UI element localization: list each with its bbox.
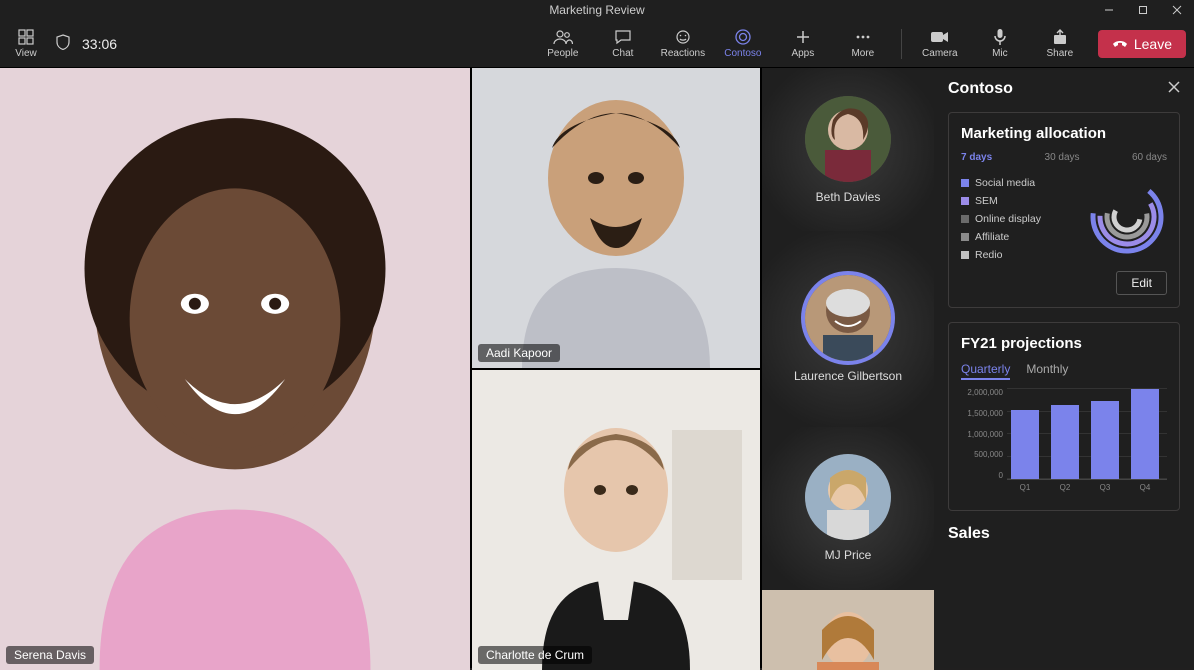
name-tag: Charlotte de Crum: [478, 646, 592, 664]
name-tag: Aadi Kapoor: [478, 344, 560, 362]
more-icon: [855, 28, 871, 46]
reactions-button[interactable]: Reactions: [655, 21, 711, 67]
range-tab-30days[interactable]: 30 days: [1045, 152, 1080, 163]
avatar-name: Laurence Gilbertson: [794, 369, 902, 383]
mic-icon: [993, 28, 1007, 46]
leave-button[interactable]: Leave: [1098, 30, 1186, 58]
video-grid: Serena Davis Aadi Kapoor Beth Davies: [0, 68, 934, 668]
avatar: [805, 454, 891, 540]
video-tile-main[interactable]: Serena Davis: [0, 68, 470, 670]
y-axis: 2,000,000 1,500,000 1,000,000 500,000 0: [961, 388, 1007, 480]
camera-button[interactable]: Camera: [912, 21, 968, 67]
share-icon: [1052, 28, 1068, 46]
video-tile[interactable]: Aadi Kapoor: [472, 68, 760, 368]
avatar: [805, 275, 891, 361]
contoso-icon: [734, 28, 752, 46]
reactions-icon: [674, 28, 692, 46]
video-tile[interactable]: Charlotte de Crum: [472, 370, 760, 670]
range-tab-60days[interactable]: 60 days: [1132, 152, 1167, 163]
contoso-app-button[interactable]: Contoso: [715, 21, 771, 67]
grid-icon: [18, 29, 34, 48]
legend-swatch: [961, 233, 969, 241]
close-panel-icon[interactable]: [1168, 80, 1180, 98]
meeting-toolbar: View 33:06 People Chat: [0, 20, 1194, 68]
chat-button[interactable]: Chat: [595, 21, 651, 67]
meeting-timer: 33:06: [82, 36, 117, 52]
projections-bar-chart: 2,000,000 1,500,000 1,000,000 500,000 0 …: [961, 388, 1167, 498]
window-title: Marketing Review: [549, 3, 644, 17]
avatar-name: Beth Davies: [816, 190, 881, 204]
close-icon[interactable]: [1160, 0, 1194, 20]
bar-q4: [1131, 389, 1159, 479]
bar-q2: [1051, 405, 1079, 479]
plus-icon: [795, 28, 811, 46]
allocation-legend: Social media SEM Online display Affiliat…: [961, 177, 1077, 261]
name-tag: Serena Davis: [6, 646, 94, 664]
legend-swatch: [961, 215, 969, 223]
share-button[interactable]: Share: [1032, 21, 1088, 67]
card-title: FY21 projections: [961, 335, 1167, 352]
legend-swatch: [961, 251, 969, 259]
maximize-icon[interactable]: [1126, 0, 1160, 20]
bar-q3: [1091, 401, 1119, 479]
toolbar-divider: [901, 29, 902, 59]
avatar-tile[interactable]: Beth Davies: [762, 68, 934, 231]
tab-quarterly[interactable]: Quarterly: [961, 362, 1010, 380]
view-button[interactable]: View: [8, 29, 44, 59]
avatar-name: MJ Price: [825, 548, 872, 562]
avatar-column: Beth Davies Laurence Gilbertson MJ Price: [762, 68, 934, 670]
avatar-tile[interactable]: Laurence Gilbertson: [762, 231, 934, 427]
sales-section-title: Sales: [948, 525, 1180, 543]
projections-card: FY21 projections Quarterly Monthly 2,000…: [948, 322, 1180, 511]
panel-title: Contoso: [948, 80, 1013, 98]
tab-monthly[interactable]: Monthly: [1026, 362, 1068, 380]
apps-button[interactable]: Apps: [775, 21, 831, 67]
card-title: Marketing allocation: [961, 125, 1167, 142]
range-tab-7days[interactable]: 7 days: [961, 152, 992, 163]
avatar: [805, 96, 891, 182]
hangup-icon: [1112, 36, 1128, 52]
edit-button[interactable]: Edit: [1116, 271, 1167, 295]
view-label: View: [15, 48, 37, 59]
legend-swatch: [961, 197, 969, 205]
meeting-content: Serena Davis Aadi Kapoor Beth Davies: [0, 68, 1194, 668]
more-button[interactable]: More: [835, 21, 891, 67]
chat-icon: [614, 28, 632, 46]
title-bar: Marketing Review: [0, 0, 1194, 20]
mic-button[interactable]: Mic: [972, 21, 1028, 67]
people-icon: [553, 28, 573, 46]
shield-icon[interactable]: [56, 34, 70, 53]
x-axis: Q1 Q2 Q3 Q4: [1007, 483, 1167, 492]
people-button[interactable]: People: [535, 21, 591, 67]
allocation-card: Marketing allocation 7 days 30 days 60 d…: [948, 112, 1180, 308]
avatar-tile[interactable]: MJ Price: [762, 427, 934, 590]
legend-swatch: [961, 179, 969, 187]
contoso-panel: Contoso Marketing allocation 7 days 30 d…: [934, 68, 1194, 668]
allocation-arc-chart: [1087, 177, 1167, 257]
camera-icon: [930, 28, 950, 46]
bar-q1: [1011, 410, 1039, 479]
minimize-icon[interactable]: [1092, 0, 1126, 20]
video-tile-small[interactable]: [762, 590, 934, 670]
